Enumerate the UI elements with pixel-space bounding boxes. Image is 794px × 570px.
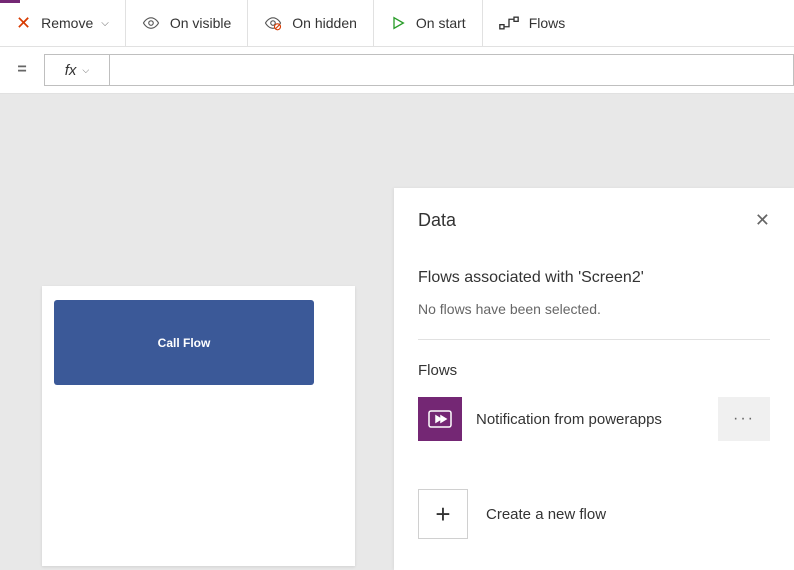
flow-name[interactable]: Notification from powerapps: [476, 411, 704, 428]
flows-label: Flows: [529, 15, 566, 31]
divider: [418, 339, 770, 340]
play-icon: [390, 15, 406, 31]
associated-flows-empty: No flows have been selected.: [418, 301, 770, 317]
on-hidden-button[interactable]: On hidden: [248, 0, 374, 46]
remove-x-icon: ✕: [16, 13, 31, 34]
flows-heading: Flows: [418, 362, 770, 379]
remove-button[interactable]: ✕ Remove ⌵: [0, 0, 126, 46]
formula-bar: = fx ⌵: [0, 47, 794, 94]
close-panel-button[interactable]: ✕: [755, 210, 770, 231]
data-panel: Data ✕ Flows associated with 'Screen2' N…: [394, 188, 794, 570]
more-icon: ···: [733, 410, 755, 428]
create-flow-button[interactable]: +: [418, 489, 468, 539]
screen-preview[interactable]: Call Flow: [42, 286, 355, 566]
on-start-button[interactable]: On start: [374, 0, 483, 46]
call-flow-button[interactable]: Call Flow: [54, 300, 314, 385]
chevron-down-icon: ⌵: [82, 65, 89, 76]
create-flow-label[interactable]: Create a new flow: [486, 506, 606, 523]
close-icon: ✕: [755, 210, 770, 230]
flows-button[interactable]: Flows: [483, 0, 582, 46]
associated-flows-title: Flows associated with 'Screen2': [418, 269, 770, 287]
panel-title: Data: [418, 210, 456, 231]
on-start-label: On start: [416, 15, 466, 31]
plus-icon: +: [435, 499, 450, 530]
flows-icon: [499, 15, 519, 31]
canvas-area: Call Flow Data ✕ Flows associated with '…: [0, 94, 794, 570]
remove-label: Remove: [41, 15, 93, 31]
on-visible-label: On visible: [170, 15, 231, 31]
flow-item: Notification from powerapps ···: [418, 397, 770, 441]
on-visible-button[interactable]: On visible: [126, 0, 248, 46]
eye-icon: [142, 14, 160, 32]
fx-dropdown[interactable]: fx ⌵: [44, 54, 110, 86]
flow-more-button[interactable]: ···: [718, 397, 770, 441]
formula-input[interactable]: [110, 54, 794, 86]
equals-symbol: =: [0, 61, 44, 79]
on-hidden-label: On hidden: [292, 15, 357, 31]
chevron-down-icon: ⌵: [101, 18, 109, 29]
call-flow-label: Call Flow: [158, 336, 211, 350]
flow-app-icon: [418, 397, 462, 441]
eye-off-icon: [264, 14, 282, 32]
create-flow-row: + Create a new flow: [418, 489, 770, 539]
top-toolbar: ✕ Remove ⌵ On visible On hidden On start…: [0, 0, 794, 47]
fx-label: fx: [65, 62, 77, 79]
